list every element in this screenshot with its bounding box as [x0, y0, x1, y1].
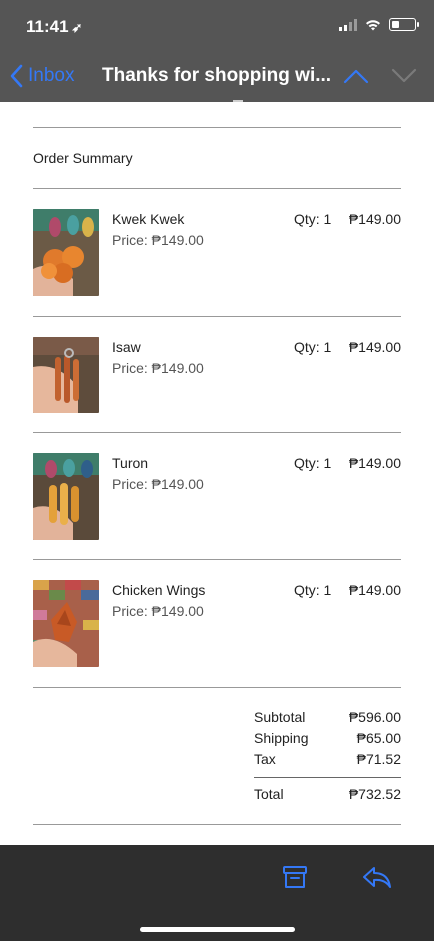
- divider: [33, 188, 401, 189]
- product-image: [33, 453, 99, 540]
- item-qty: Qty: 1: [294, 582, 332, 598]
- home-indicator: [140, 927, 295, 932]
- chevron-left-icon: [10, 64, 23, 88]
- product-image: [33, 209, 99, 296]
- order-item: Chicken Wings Price: ₱149.00 Qty: 1 ₱149…: [33, 580, 401, 670]
- total-label: Total: [254, 786, 284, 802]
- item-name: Turon: [112, 455, 149, 471]
- back-label: Inbox: [28, 65, 75, 86]
- subtotal-label: Subtotal: [254, 709, 306, 725]
- status-icons: [339, 18, 419, 31]
- divider: [33, 687, 401, 688]
- divider: [33, 127, 401, 128]
- divider: [33, 559, 401, 560]
- wifi-icon: [366, 19, 380, 30]
- mail-nav-bar: Inbox Thanks for shopping wi...: [0, 58, 434, 96]
- order-totals: Subtotal ₱596.00 Shipping ₱65.00 Tax ₱71…: [254, 709, 401, 807]
- item-qty: Qty: 1: [294, 455, 332, 471]
- item-total: ₱149.00: [348, 211, 401, 227]
- item-total: ₱149.00: [348, 455, 401, 471]
- archive-icon[interactable]: [280, 862, 310, 892]
- product-image: [33, 580, 99, 667]
- item-total: ₱149.00: [348, 582, 401, 598]
- shipping-label: Shipping: [254, 730, 309, 746]
- order-item: Isaw Price: ₱149.00 Qty: 1 ₱149.00: [33, 337, 401, 427]
- order-summary-heading: Order Summary: [33, 150, 133, 166]
- location-arrow-icon: ➶: [71, 20, 83, 35]
- item-total: ₱149.00: [348, 339, 401, 355]
- total-row: Total ₱732.52: [254, 786, 401, 807]
- item-qty: Qty: 1: [294, 339, 332, 355]
- item-price: Price: ₱149.00: [112, 232, 204, 248]
- message-title: Thanks for shopping wi...: [102, 65, 332, 86]
- subtotal-value: ₱596.00: [348, 709, 401, 725]
- item-qty: Qty: 1: [294, 211, 332, 227]
- next-message-icon[interactable]: [391, 68, 417, 84]
- reply-icon[interactable]: [361, 862, 393, 892]
- scroll-edge-mark: [233, 100, 243, 102]
- shipping-row: Shipping ₱65.00: [254, 730, 401, 751]
- order-item: Kwek Kwek Price: ₱149.00 Qty: 1 ₱149.00: [33, 209, 401, 299]
- subtotal-row: Subtotal ₱596.00: [254, 709, 401, 730]
- previous-message-icon[interactable]: [343, 68, 369, 84]
- divider: [33, 316, 401, 317]
- totals-divider: [254, 777, 401, 778]
- status-time: 11:41 ➶: [26, 17, 82, 37]
- shipping-value: ₱65.00: [356, 730, 401, 746]
- item-name: Chicken Wings: [112, 582, 206, 598]
- signal-icon: [339, 18, 357, 31]
- total-value: ₱732.52: [348, 786, 401, 802]
- tax-label: Tax: [254, 751, 276, 767]
- order-item: Turon Price: ₱149.00 Qty: 1 ₱149.00: [33, 453, 401, 543]
- bottom-toolbar: [0, 845, 434, 941]
- divider: [33, 432, 401, 433]
- battery-icon: [389, 18, 419, 31]
- item-price: Price: ₱149.00: [112, 360, 204, 376]
- item-price: Price: ₱149.00: [112, 603, 204, 619]
- item-price: Price: ₱149.00: [112, 476, 204, 492]
- divider: [33, 824, 401, 825]
- top-bar: 11:41 ➶ Inbox Thanks for shopping wi...: [0, 0, 434, 102]
- item-name: Kwek Kwek: [112, 211, 185, 227]
- item-name: Isaw: [112, 339, 141, 355]
- time-text: 11:41: [26, 17, 69, 36]
- tax-value: ₱71.52: [356, 751, 401, 767]
- product-image: [33, 337, 99, 413]
- back-button[interactable]: Inbox: [10, 64, 74, 88]
- tax-row: Tax ₱71.52: [254, 751, 401, 772]
